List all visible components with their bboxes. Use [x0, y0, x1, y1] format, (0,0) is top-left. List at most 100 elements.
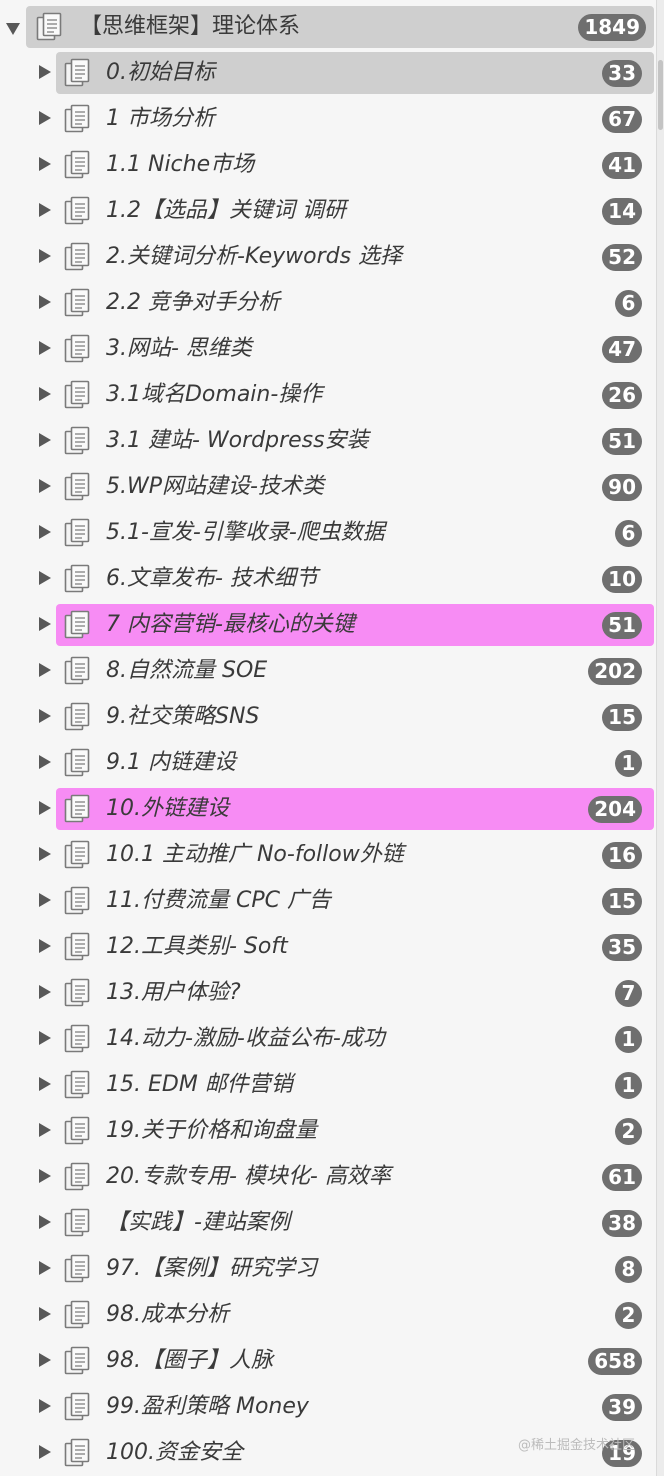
disclosure-closed-icon[interactable] [39, 1077, 51, 1091]
disclosure-closed-icon[interactable] [39, 249, 51, 263]
count-badge: 61 [602, 1164, 642, 1191]
count-badge: 8 [615, 1256, 642, 1283]
outline-item-row[interactable]: 12.工具类别- Soft 35 [0, 924, 656, 970]
outline-item-row[interactable]: 20.专款专用- 模块化- 高效率 61 [0, 1154, 656, 1200]
item-label: 12.工具类别- Soft [106, 934, 288, 959]
outline-item-row[interactable]: 7 内容营销-最核心的关键 51 [0, 602, 656, 648]
count-badge: 90 [602, 474, 642, 501]
item-label: 6.文章发布- 技术细节 [106, 566, 318, 591]
outline-item-row[interactable]: 15. EDM 邮件营销 1 [0, 1062, 656, 1108]
outline-item-row[interactable]: 9.1 内链建设 1 [0, 740, 656, 786]
outline-item-row[interactable]: 3.网站- 思维类 47 [0, 326, 656, 372]
disclosure-closed-icon[interactable] [39, 387, 51, 401]
disclosure-closed-icon[interactable] [39, 709, 51, 723]
document-stack-icon [64, 794, 90, 823]
disclosure-closed-icon[interactable] [39, 1215, 51, 1229]
disclosure-closed-icon[interactable] [39, 525, 51, 539]
document-stack-icon [64, 104, 90, 133]
document-stack-icon [64, 978, 90, 1007]
disclosure-closed-icon[interactable] [39, 295, 51, 309]
outline-item-row[interactable]: 8.自然流量 SOE 202 [0, 648, 656, 694]
count-badge: 67 [602, 106, 642, 133]
document-stack-icon [64, 380, 90, 409]
disclosure-closed-icon[interactable] [39, 65, 51, 79]
outline-root-row[interactable]: 【思维框架】理论体系 1849 [0, 4, 656, 50]
disclosure-closed-icon[interactable] [39, 479, 51, 493]
outline-item-row[interactable]: 1 市场分析 67 [0, 96, 656, 142]
item-label: 2.2 竞争对手分析 [106, 290, 280, 315]
outline-item-row[interactable]: 98.成本分析 2 [0, 1292, 656, 1338]
disclosure-closed-icon[interactable] [39, 893, 51, 907]
count-badge: 202 [588, 658, 642, 685]
disclosure-closed-icon[interactable] [39, 571, 51, 585]
outline-item-row[interactable]: 5.1-宣发-引擎收录-爬虫数据 6 [0, 510, 656, 556]
scrollbar-track[interactable] [656, 0, 664, 1476]
disclosure-closed-icon[interactable] [39, 985, 51, 999]
outline-item-row[interactable]: 11.付费流量 CPC 广告 15 [0, 878, 656, 924]
document-stack-icon [64, 702, 90, 731]
disclosure-closed-icon[interactable] [39, 1031, 51, 1045]
outline-item-row[interactable]: 0.初始目标 33 [0, 50, 656, 96]
outline-item-row[interactable]: 99.盈利策略 Money 39 [0, 1384, 656, 1430]
outline-item-row[interactable]: 9.社交策略SNS 15 [0, 694, 656, 740]
item-label: 97.【案例】研究学习 [106, 1256, 317, 1281]
disclosure-closed-icon[interactable] [39, 801, 51, 815]
count-badge: 51 [602, 612, 642, 639]
count-badge: 15 [602, 888, 642, 915]
document-stack-icon [64, 610, 90, 639]
count-badge: 1 [615, 1026, 642, 1053]
outline-item-row[interactable]: 97.【案例】研究学习 8 [0, 1246, 656, 1292]
item-label: 11.付费流量 CPC 广告 [106, 888, 331, 913]
outline-item-row[interactable]: 2.关键词分析-Keywords 选择 52 [0, 234, 656, 280]
outline-item-row[interactable]: 98.【圈子】人脉 658 [0, 1338, 656, 1384]
outline-item-row[interactable]: 14.动力-激励-收益公布-成功 1 [0, 1016, 656, 1062]
disclosure-closed-icon[interactable] [39, 617, 51, 631]
count-badge: 10 [602, 566, 642, 593]
outline-item-row[interactable]: 19.关于价格和询盘量 2 [0, 1108, 656, 1154]
disclosure-closed-icon[interactable] [39, 663, 51, 677]
disclosure-closed-icon[interactable] [39, 1261, 51, 1275]
disclosure-closed-icon[interactable] [39, 157, 51, 171]
disclosure-closed-icon[interactable] [39, 1307, 51, 1321]
count-badge: 39 [602, 1394, 642, 1421]
disclosure-open-icon[interactable] [6, 23, 20, 35]
item-label: 98.成本分析 [106, 1302, 229, 1327]
outline-item-row[interactable]: 3.1域名Domain-操作 26 [0, 372, 656, 418]
item-label: 3.网站- 思维类 [106, 336, 252, 361]
outline-item-row[interactable]: 10.1 主动推广 No-follow外链 16 [0, 832, 656, 878]
count-badge: 1 [615, 750, 642, 777]
disclosure-closed-icon[interactable] [39, 341, 51, 355]
disclosure-closed-icon[interactable] [39, 1445, 51, 1459]
scrollbar-thumb[interactable] [658, 60, 663, 130]
outline-item-row[interactable]: 2.2 竞争对手分析 6 [0, 280, 656, 326]
outline-item-row[interactable]: 10.外链建设 204 [0, 786, 656, 832]
outline-item-row[interactable]: 1.2【选品】关键词 调研 14 [0, 188, 656, 234]
item-label: 1.2【选品】关键词 调研 [106, 198, 346, 223]
disclosure-closed-icon[interactable] [39, 1169, 51, 1183]
outline-item-row[interactable]: 13.用户体验? 7 [0, 970, 656, 1016]
disclosure-closed-icon[interactable] [39, 755, 51, 769]
outline-item-row[interactable]: 3.1 建站- Wordpress安装 51 [0, 418, 656, 464]
outline-item-row[interactable]: 1.1 Niche市场 41 [0, 142, 656, 188]
count-badge: 658 [588, 1348, 642, 1375]
outline-item-row[interactable]: 5.WP网站建设-技术类 90 [0, 464, 656, 510]
disclosure-closed-icon[interactable] [39, 1399, 51, 1413]
disclosure-closed-icon[interactable] [39, 847, 51, 861]
disclosure-closed-icon[interactable] [39, 111, 51, 125]
outline-item-row[interactable]: 【实践】-建站案例 38 [0, 1200, 656, 1246]
disclosure-closed-icon[interactable] [39, 939, 51, 953]
disclosure-closed-icon[interactable] [39, 203, 51, 217]
disclosure-closed-icon[interactable] [39, 433, 51, 447]
outline-item-row[interactable]: 6.文章发布- 技术细节 10 [0, 556, 656, 602]
item-label: 3.1域名Domain-操作 [106, 382, 323, 407]
count-badge: 6 [615, 520, 642, 547]
disclosure-closed-icon[interactable] [39, 1353, 51, 1367]
document-stack-icon [64, 150, 90, 179]
disclosure-closed-icon[interactable] [39, 1123, 51, 1137]
item-label: 2.关键词分析-Keywords 选择 [106, 244, 403, 269]
count-badge: 14 [602, 198, 642, 225]
document-stack-icon [64, 472, 90, 501]
count-badge: 7 [615, 980, 642, 1007]
item-label: 9.社交策略SNS [106, 704, 260, 729]
count-badge: 1 [615, 1072, 642, 1099]
